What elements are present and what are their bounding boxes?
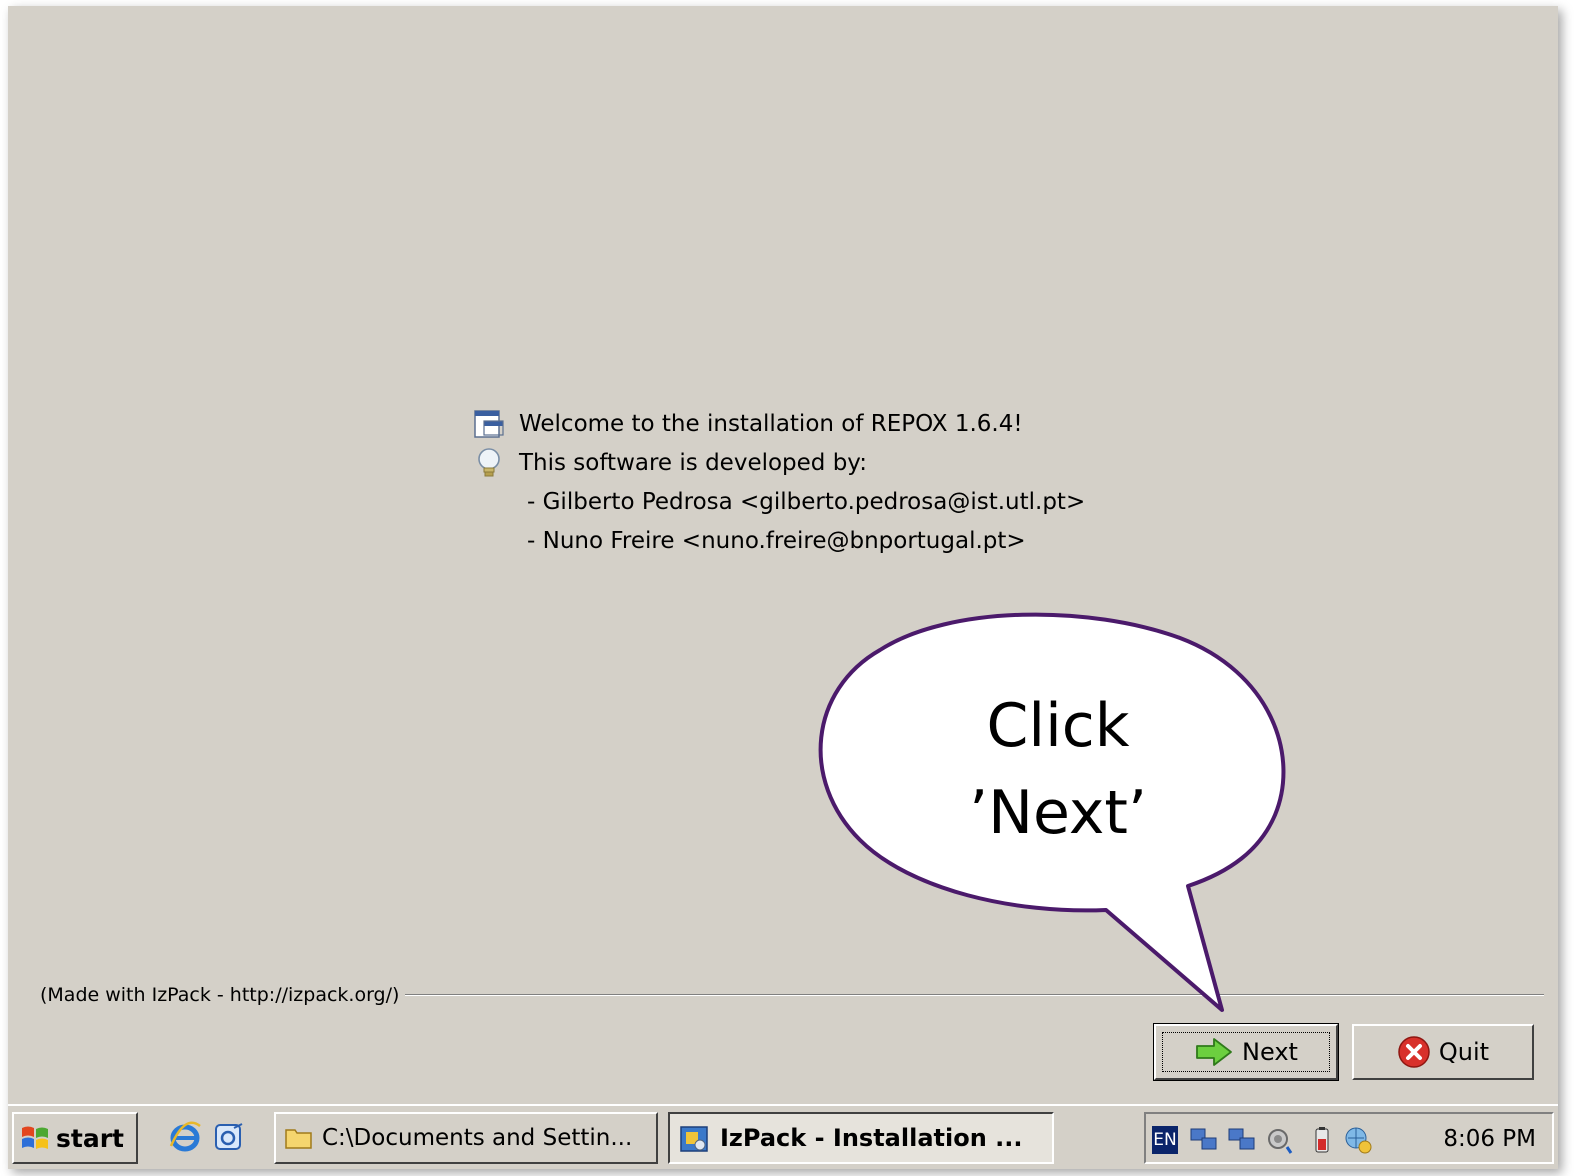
system-tray: EN 8:06 PM xyxy=(1144,1112,1554,1164)
internet-explorer-icon[interactable] xyxy=(166,1118,204,1156)
task-explorer-label: C:\Documents and Settin... xyxy=(322,1125,633,1151)
red-x-icon xyxy=(1397,1035,1431,1069)
battery-icon[interactable] xyxy=(1306,1124,1338,1156)
installer-icon xyxy=(678,1121,712,1155)
task-explorer-window[interactable]: C:\Documents and Settin... xyxy=(274,1112,658,1164)
izpack-credit: (Made with IzPack - http://izpack.org/) xyxy=(40,984,406,1006)
developer-2: - Nuno Freire <nuno.freire@bnportugal.pt… xyxy=(527,527,1026,554)
security-center-icon[interactable] xyxy=(1342,1124,1374,1156)
clock: 8:06 PM xyxy=(1443,1126,1536,1152)
windows-logo-icon xyxy=(20,1123,50,1153)
focus-ring xyxy=(1162,1032,1330,1072)
welcome-line: Welcome to the installation of REPOX 1.6… xyxy=(471,404,1085,443)
welcome-text: Welcome to the installation of REPOX 1.6… xyxy=(519,410,1023,437)
outlook-express-icon[interactable] xyxy=(210,1118,248,1156)
developer-line: - Nuno Freire <nuno.freire@bnportugal.pt… xyxy=(471,521,1085,560)
quit-button[interactable]: Quit xyxy=(1352,1024,1534,1080)
start-label: start xyxy=(56,1123,124,1153)
welcome-block: Welcome to the installation of REPOX 1.6… xyxy=(471,404,1085,560)
task-izpack-window[interactable]: IzPack - Installation ... xyxy=(668,1112,1054,1164)
volume-icon[interactable] xyxy=(1264,1124,1296,1156)
start-button[interactable]: start xyxy=(12,1112,138,1164)
task-izpack-label: IzPack - Installation ... xyxy=(720,1124,1023,1152)
network-icon[interactable] xyxy=(1188,1124,1220,1156)
window-icon xyxy=(471,406,507,442)
taskbar: start C:\Documents and Settin... IzPack … xyxy=(8,1104,1558,1169)
developed-by-text: This software is developed by: xyxy=(519,449,867,476)
quit-label: Quit xyxy=(1438,1038,1490,1066)
installer-panel: Welcome to the installation of REPOX 1.6… xyxy=(8,6,1558,1104)
developer-line: - Gilberto Pedrosa <gilberto.pedrosa@ist… xyxy=(471,482,1085,521)
developer-1: - Gilberto Pedrosa <gilberto.pedrosa@ist… xyxy=(527,488,1086,515)
lightbulb-icon xyxy=(471,445,507,481)
network-icon[interactable] xyxy=(1226,1124,1258,1156)
developed-by-line: This software is developed by: xyxy=(471,443,1085,482)
screen: Welcome to the installation of REPOX 1.6… xyxy=(8,6,1558,1169)
folder-icon xyxy=(284,1125,314,1151)
language-indicator[interactable]: EN xyxy=(1152,1126,1178,1154)
next-button[interactable]: Next xyxy=(1153,1023,1339,1081)
